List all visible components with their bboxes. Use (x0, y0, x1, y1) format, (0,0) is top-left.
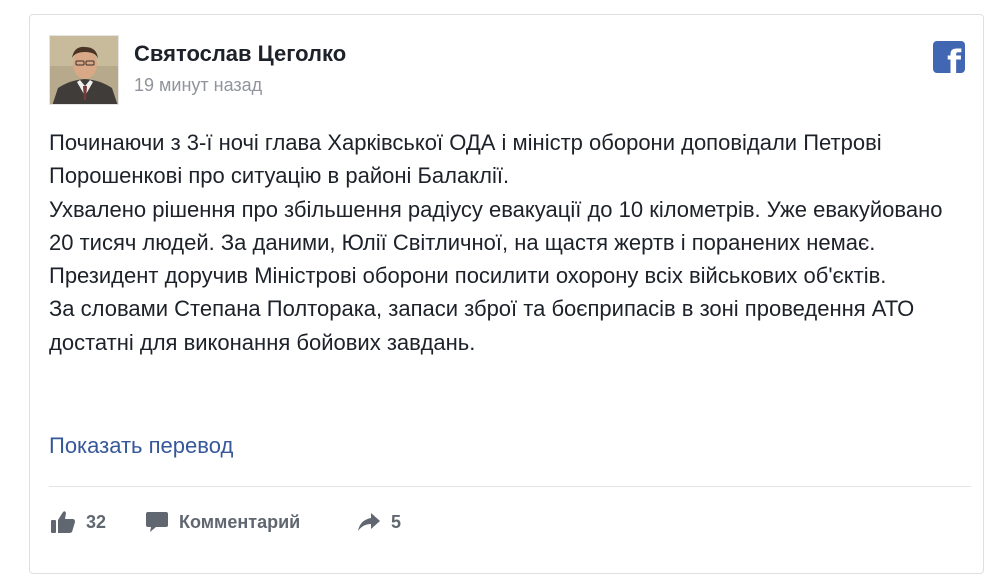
avatar[interactable] (49, 35, 119, 105)
divider (49, 486, 971, 487)
post-timestamp[interactable]: 19 минут назад (134, 75, 262, 96)
show-translation-link[interactable]: Показать перевод (49, 433, 233, 459)
like-count: 32 (86, 511, 107, 532)
speech-bubble-icon (146, 512, 168, 532)
post-paragraph: Ухвалено рішення про збільшення радіусу … (49, 196, 943, 255)
post-paragraph: Президент доручив Міністрові оборони пос… (49, 263, 887, 289)
share-count: 5 (391, 511, 402, 532)
post-paragraph: Починаючи з 3-ї ночі глава Харківської О… (49, 130, 882, 189)
thumbs-up-icon (51, 511, 75, 533)
post-text: Починаючи з 3-ї ночі глава Харківської О… (49, 126, 969, 359)
share-button[interactable]: 5 (357, 507, 401, 537)
comment-button[interactable]: Комментарий (145, 507, 300, 537)
facebook-logo-icon[interactable]: f (933, 41, 965, 73)
author-name[interactable]: Святослав Цеголко (134, 41, 346, 67)
comment-label: Комментарий (179, 511, 301, 532)
like-button[interactable]: 32 (50, 507, 106, 537)
share-arrow-icon (358, 513, 380, 531)
post-paragraph: За словами Степана Полторака, запаси збр… (49, 296, 915, 355)
avatar-photo (50, 36, 118, 104)
